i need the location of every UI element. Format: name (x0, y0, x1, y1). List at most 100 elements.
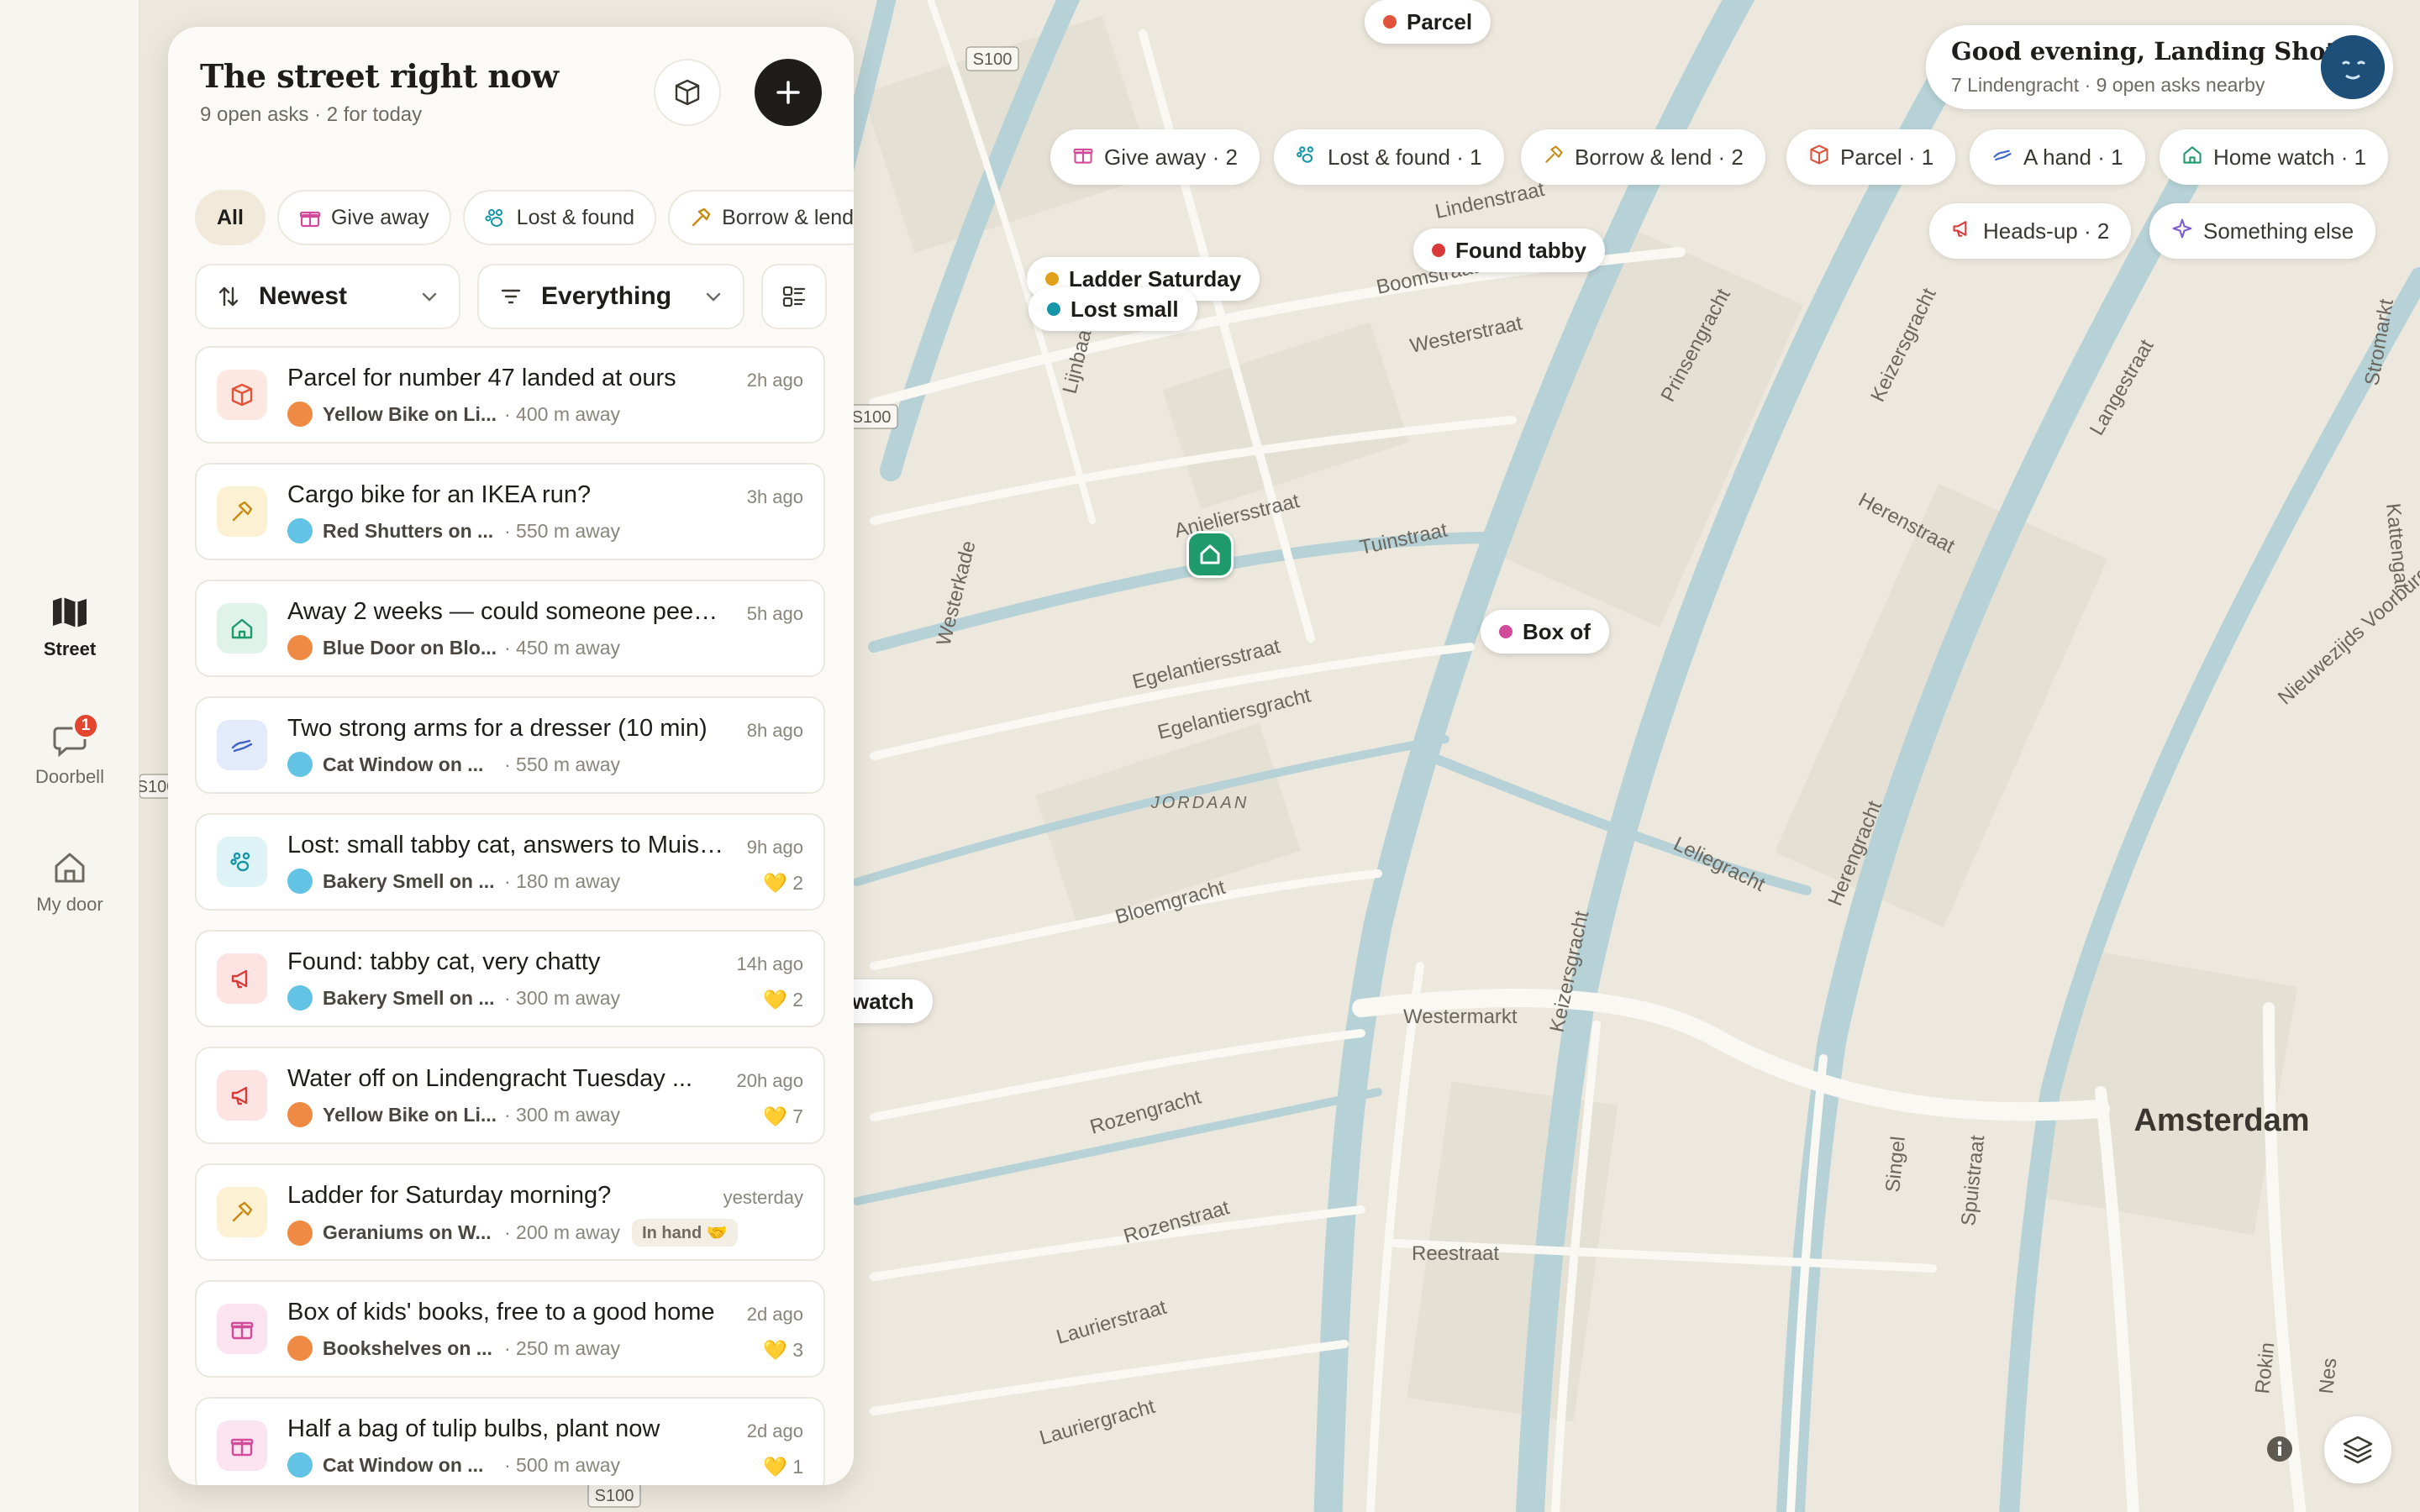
ask-card[interactable]: Two strong arms for a dresser (10 min) 8h… (195, 696, 825, 794)
info-icon[interactable] (2260, 1430, 2299, 1468)
parcel-button[interactable] (654, 59, 721, 126)
ask-card[interactable]: Found: tabby cat, very chatty 14h ago Bake… (195, 930, 825, 1027)
ask-card[interactable]: Cargo bike for an IKEA run? 3h ago Red Shu… (195, 463, 825, 560)
map-filter-chip[interactable]: Lost & found · 1 (1274, 129, 1504, 185)
avatar (287, 985, 313, 1011)
ask-time: 9h ago (746, 837, 803, 858)
megaphone-icon (217, 953, 267, 1004)
avatar (287, 1220, 313, 1246)
district-label: JORDAAN (1150, 794, 1249, 812)
ask-card[interactable]: Water off on Lindengracht Tuesday ... 20h… (195, 1047, 825, 1144)
ask-distance: · 300 m away (504, 1103, 621, 1126)
ask-card[interactable]: Away 2 weeks — could someone peek ... 5h … (195, 580, 825, 677)
gift-icon (217, 1304, 267, 1354)
map-pin[interactable]: Lost small (1028, 287, 1197, 331)
greeting-card[interactable]: Good evening, Landing Shot 7 Lindengrach… (1926, 25, 2393, 109)
rail-item-label: Street (43, 638, 97, 659)
reaction-count: 💛 1 (763, 1456, 803, 1478)
ask-meta: Cat Window on ... · 550 m away (287, 752, 620, 777)
city-label: Amsterdam (2133, 1103, 2309, 1138)
ask-meta: Bakery Smell on ... · 300 m away (287, 985, 620, 1011)
ask-time: 8h ago (746, 720, 803, 741)
filter-icon (501, 289, 521, 304)
greeting-subtitle: 7 Lindengracht · 9 open asks nearby (1951, 74, 2265, 96)
map-filter-chip[interactable]: Borrow & lend · 2 (1521, 129, 1765, 185)
chip-borrow-lend[interactable]: Borrow & lend (668, 190, 854, 245)
ask-card[interactable]: Parcel for number 47 landed at ours 2h ag… (195, 346, 825, 444)
ask-distance: · 200 m away (504, 1221, 621, 1243)
ask-time: 3h ago (746, 486, 803, 507)
paw-icon (485, 209, 502, 227)
pin-dot (1432, 244, 1445, 257)
pin-label: Box of (1523, 618, 1591, 644)
ask-title: Water off on Lindengracht Tuesday ... (287, 1065, 693, 1092)
ask-card[interactable]: Ladder for Saturday morning? yesterday Ger… (195, 1163, 825, 1261)
ask-author: Red Shutters on ... (323, 519, 494, 542)
map-pin[interactable]: Found tabby (1413, 228, 1605, 272)
map-filter-chip[interactable]: Something else (2149, 203, 2376, 259)
pin-label: Lost small (1071, 296, 1179, 322)
view-toggle-button[interactable] (761, 264, 827, 329)
chip-label: Lost & found · 1 (1328, 144, 1482, 170)
ask-meta: Bookshelves on ... · 250 m away (287, 1336, 620, 1361)
chip-label: Borrow & lend · 2 (1575, 144, 1744, 170)
ask-distance: · 250 m away (504, 1336, 621, 1359)
ask-author: Cat Window on ... (323, 1453, 484, 1476)
plus-icon (776, 81, 800, 104)
rail-item-doorbell[interactable]: 1 Doorbell (0, 712, 139, 788)
add-ask-button[interactable] (755, 59, 822, 126)
status-badge: In hand 🤝 (632, 1219, 738, 1247)
pin-label: Parcel (1407, 8, 1473, 34)
chip-label: Heads-up · 2 (1983, 218, 2110, 244)
chip-give-away[interactable]: Give away (276, 190, 451, 245)
avatar[interactable] (2321, 35, 2385, 99)
ask-distance: · 500 m away (504, 1453, 621, 1476)
ask-meta: Blue Door on Blo... · 450 m away (287, 635, 620, 660)
list-view-icon (782, 286, 806, 307)
svg-text:S100: S100 (852, 408, 892, 427)
home-location-pin[interactable] (1186, 531, 1234, 578)
ask-meta: Bakery Smell on ... · 180 m away (287, 869, 620, 894)
house-icon (50, 848, 89, 887)
filter-select[interactable]: Everything (477, 264, 744, 329)
ask-title: Parcel for number 47 landed at ours (287, 365, 676, 391)
map-filter-chip[interactable]: A hand · 1 (1970, 129, 2145, 185)
ask-title: Box of kids' books, free to a good home (287, 1299, 715, 1326)
chip-lost-found[interactable]: Lost & found (462, 190, 657, 245)
ask-distance: · 180 m away (504, 869, 621, 892)
chip-all[interactable]: All (195, 190, 266, 245)
ask-author: Bakery Smell on ... (323, 869, 495, 892)
box-icon (1808, 144, 1830, 171)
paw-icon (217, 837, 267, 887)
map-pin[interactable]: Parcel (1365, 0, 1491, 44)
reaction-count: 💛 2 (763, 989, 803, 1011)
map-filter-chip[interactable]: Home watch · 1 (2160, 129, 2389, 185)
rail-item-my-door[interactable]: My door (0, 848, 139, 916)
map-pin[interactable]: Box of (1481, 610, 1609, 654)
ask-time: yesterday (723, 1187, 803, 1208)
map-filter-chip[interactable]: Give away · 2 (1050, 129, 1260, 185)
pin-dot (1383, 15, 1397, 29)
sort-select[interactable]: Newest (195, 264, 460, 329)
layers-button[interactable] (2324, 1416, 2391, 1483)
house-icon (1200, 544, 1220, 564)
ask-author: Yellow Bike on Li... (323, 402, 497, 425)
ask-time: 5h ago (746, 603, 803, 624)
panel-header: The street right now 9 open asks · 2 for… (200, 57, 559, 127)
chip-label: Borrow & lend (722, 205, 854, 229)
ask-card[interactable]: Box of kids' books, free to a good home 2… (195, 1280, 825, 1378)
box-icon (675, 79, 700, 106)
ask-time: 2d ago (746, 1304, 803, 1325)
avatar (287, 869, 313, 894)
avatar (287, 518, 313, 543)
ask-card[interactable]: Half a bag of tulip bulbs, plant now 2d a… (195, 1397, 825, 1485)
road-number-label: S100 (965, 46, 1019, 71)
sparkle-icon (2171, 218, 2193, 245)
ask-card[interactable]: Lost: small tabby cat, answers to Muis .… (195, 813, 825, 911)
rail-item-street[interactable]: Street (0, 593, 139, 660)
hand-icon (1991, 144, 2013, 171)
street-label: Westermarkt (1403, 1005, 1518, 1028)
chip-label: Give away (330, 205, 429, 229)
map-filter-chip[interactable]: Parcel · 1 (1786, 129, 1956, 185)
map-filter-chip[interactable]: Heads-up · 2 (1929, 203, 2132, 259)
